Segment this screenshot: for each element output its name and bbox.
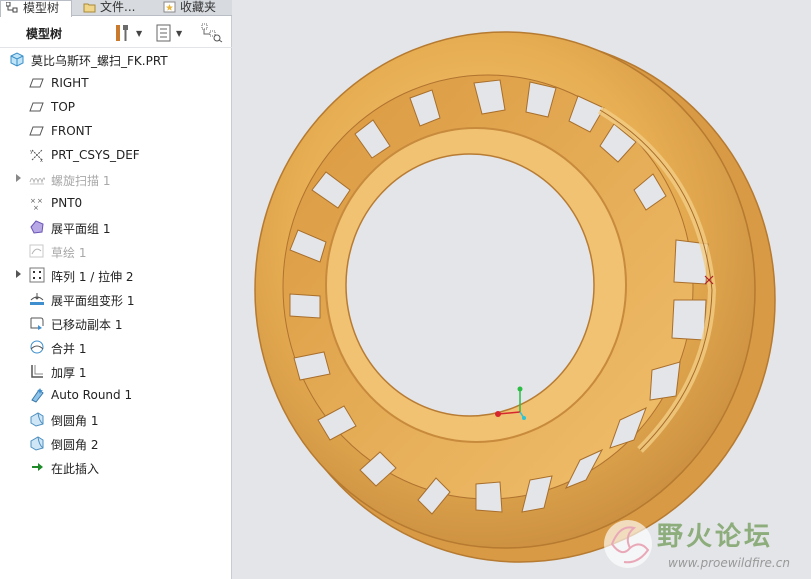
sketch-icon (29, 244, 44, 258)
graphics-viewport[interactable] (233, 0, 811, 579)
coordinate-system-icon: y x (30, 149, 43, 163)
tree-toolbar: 模型树 ▼ ▼ (0, 18, 232, 48)
tab-label: 模型树 (23, 1, 60, 15)
tree-item-top[interactable]: TOP (0, 96, 232, 118)
forum-watermark: 野火论坛 www.proewildfire.cn (600, 514, 811, 579)
svg-text:y: y (30, 149, 33, 155)
tree-root-label: 莫比乌斯环_螺扫_FK.PRT (31, 54, 168, 68)
watermark-url: www.proewildfire.cn (668, 556, 790, 570)
datum-plane-icon (29, 78, 44, 88)
favorites-icon (163, 1, 176, 13)
auto-round-icon (31, 388, 44, 403)
part-icon (10, 52, 24, 67)
pattern-icon (29, 267, 45, 283)
tree-root-part[interactable]: 莫比乌斯环_螺扫_FK.PRT (0, 48, 232, 70)
tree-item-merge[interactable]: 合并 1 (0, 336, 232, 358)
tree-item-flatten-quilt[interactable]: 展平面组 1 (0, 216, 232, 238)
datum-point-icon: × × × (30, 197, 43, 211)
tree-title: 模型树 (26, 27, 63, 41)
tree-item-label: 在此插入 (51, 462, 100, 476)
tree-item-label: 展平面组变形 1 (51, 294, 135, 308)
chevron-down-icon: ▼ (176, 28, 183, 38)
tree-item-label: RIGHT (51, 76, 89, 90)
tree-item-thicken[interactable]: 加厚 1 (0, 360, 232, 382)
tree-item-right[interactable]: RIGHT (0, 72, 232, 94)
tree-item-helical-sweep[interactable]: 螺旋扫描 1 (0, 168, 232, 190)
tree-item-auto-round[interactable]: Auto Round 1 (0, 384, 232, 406)
flatten-quilt-icon (30, 220, 44, 234)
datum-plane-icon (29, 126, 44, 136)
tree-item-label: 螺旋扫描 1 (51, 174, 111, 188)
tree-item-label: 倒圆角 2 (51, 438, 99, 452)
tree-item-moved-copy[interactable]: 已移动副本 1 (0, 312, 232, 334)
tab-model-tree[interactable]: 模型树 (0, 0, 72, 17)
helical-sweep-icon (29, 177, 45, 185)
round-icon (30, 412, 44, 427)
tab-label: 收藏夹 (180, 0, 217, 14)
mobius-ring-model[interactable] (233, 0, 811, 579)
tree-columns-icon (156, 24, 171, 42)
navigator-tabs: 模型树 文件... 收藏夹 (0, 0, 232, 17)
app-window: 模型树 文件... 收藏夹 模型树 ▼ ▼ 莫比乌斯环_螺扫_FK.PRT RI… (0, 0, 811, 579)
expand-arrow-icon[interactable] (15, 173, 23, 183)
tree-item-label: TOP (51, 100, 76, 114)
chevron-down-icon: ▼ (136, 28, 143, 38)
tree-item-round-2[interactable]: 倒圆角 2 (0, 432, 232, 454)
insert-here-arrow-icon (32, 463, 43, 471)
expand-arrow-icon[interactable] (15, 269, 23, 279)
tree-item-label: 倒圆角 1 (51, 414, 99, 428)
thicken-icon (31, 365, 43, 378)
flatten-deform-icon (30, 293, 44, 305)
tree-item-label: 合并 1 (51, 342, 87, 356)
tree-settings-button[interactable]: ▼ (114, 22, 142, 44)
tree-item-label: 已移动副本 1 (51, 318, 123, 332)
tree-item-flatten-deform[interactable]: 展平面组变形 1 (0, 288, 232, 310)
tree-item-label: 展平面组 1 (51, 222, 111, 236)
folder-icon (83, 3, 96, 13)
tab-label: 文件... (100, 0, 136, 14)
merge-icon (30, 340, 44, 354)
datum-plane-icon (29, 102, 44, 112)
tree-filter-button[interactable] (201, 22, 223, 44)
tree-item-pnt0[interactable]: × × × PNT0 (0, 192, 232, 214)
tree-filter-icon (201, 23, 223, 43)
tree-item-label: Auto Round 1 (51, 388, 133, 402)
tree-item-round-1[interactable]: 倒圆角 1 (0, 408, 232, 430)
svg-text:x: x (40, 158, 43, 163)
tree-item-insert-here[interactable]: 在此插入 (0, 456, 232, 478)
tree-item-pattern[interactable]: 阵列 1 / 拉伸 2 (0, 264, 232, 286)
tree-item-label: PNT0 (51, 196, 83, 210)
tree-item-front[interactable]: FRONT (0, 120, 232, 142)
tab-favorites[interactable]: 收藏夹 (158, 0, 230, 16)
tree-item-label: 加厚 1 (51, 366, 87, 380)
moved-copy-icon (30, 317, 44, 330)
tree-columns-button[interactable]: ▼ (156, 22, 182, 44)
model-tree-icon (6, 2, 18, 13)
tab-file-browser[interactable]: 文件... (78, 0, 148, 16)
tree-item-label: 阵列 1 / 拉伸 2 (51, 270, 134, 284)
tree-item-label: 草绘 1 (51, 246, 87, 260)
round-icon (30, 436, 44, 451)
watermark-title: 野火论坛 (657, 522, 774, 552)
tree-item-label: FRONT (51, 124, 92, 138)
navigator-panel: 模型树 文件... 收藏夹 模型树 ▼ ▼ 莫比乌斯环_螺扫_FK.PRT RI… (0, 0, 232, 579)
tree-item-csys[interactable]: y x PRT_CSYS_DEF (0, 144, 232, 166)
tree-item-label: PRT_CSYS_DEF (51, 148, 140, 162)
tree-item-sketch[interactable]: 草绘 1 (0, 240, 232, 262)
svg-text:×: × (33, 204, 39, 211)
tree-settings-icon (116, 25, 128, 41)
watermark-logo-icon (604, 520, 652, 568)
